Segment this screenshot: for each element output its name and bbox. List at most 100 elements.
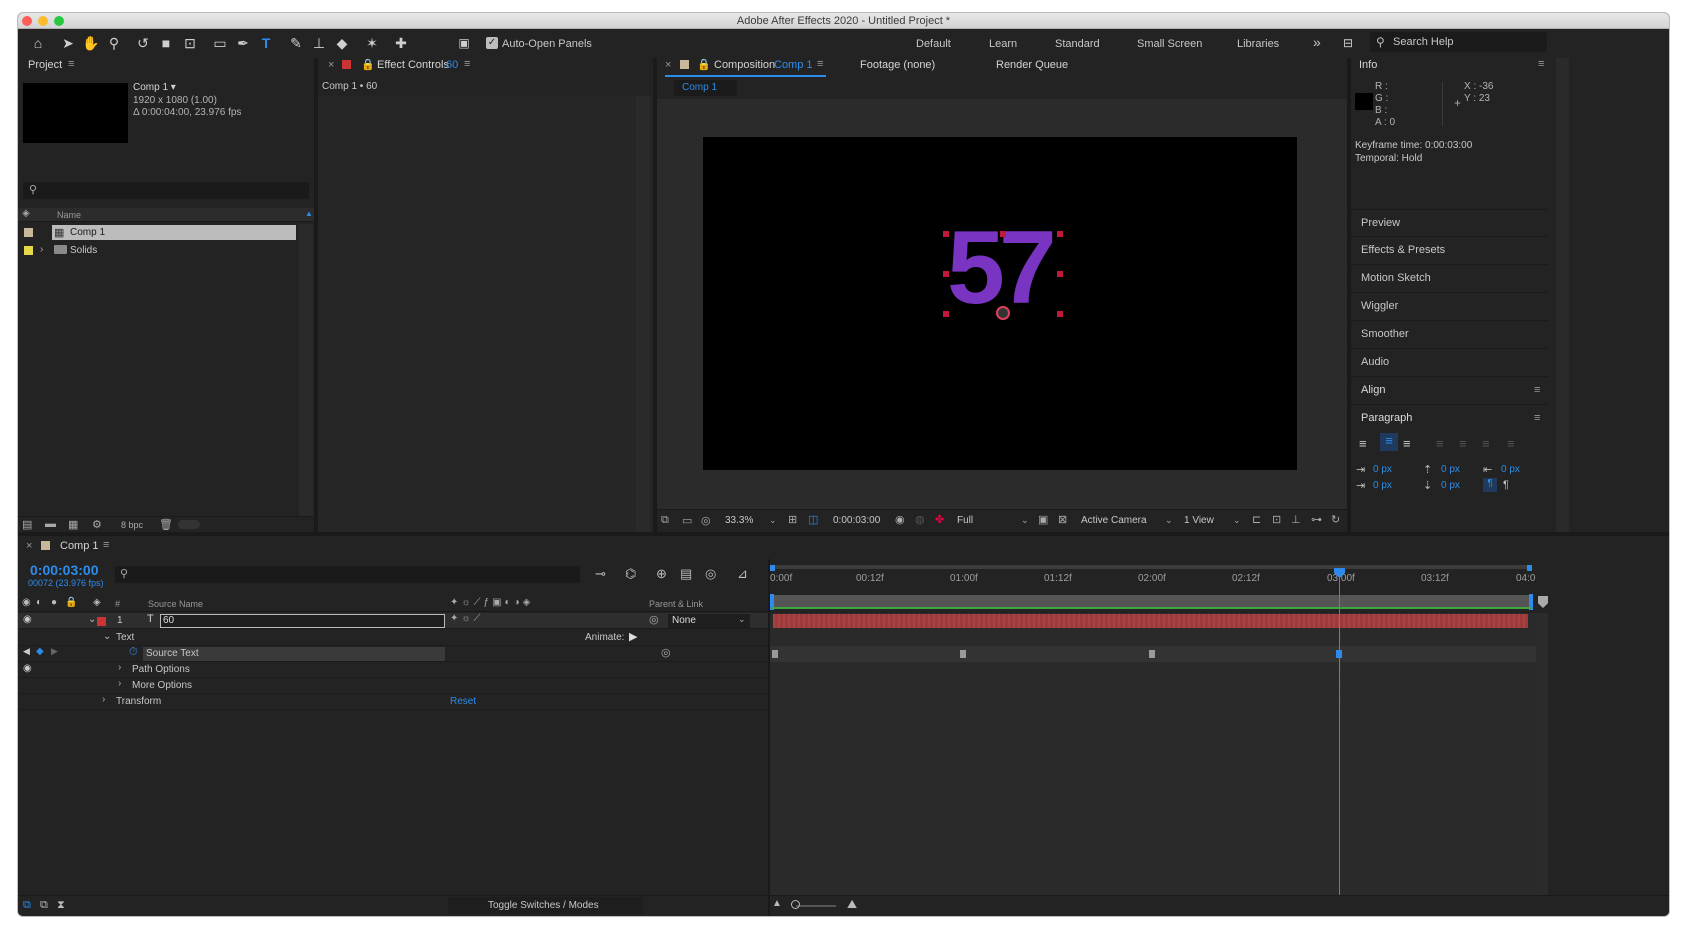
- close-tab-icon[interactable]: ×: [328, 59, 334, 71]
- footage-tab[interactable]: Footage (none): [860, 59, 935, 71]
- more-options-row[interactable]: › More Options: [18, 678, 768, 694]
- label-column-icon[interactable]: ◈: [93, 597, 101, 608]
- comp-canvas[interactable]: 57: [703, 137, 1297, 470]
- parent-dropdown[interactable]: None ⌄: [668, 614, 750, 628]
- paragraph-panel-header[interactable]: Paragraph ≡: [1351, 404, 1548, 431]
- collapse-chevron-icon[interactable]: ⌄: [88, 614, 96, 625]
- pan-behind-tool-icon[interactable]: ⊡: [180, 33, 200, 53]
- lock-icon[interactable]: 🔒: [361, 58, 375, 71]
- current-time-indicator[interactable]: [1339, 573, 1340, 895]
- effect-controls-layer[interactable]: 60: [446, 59, 458, 71]
- project-search-input[interactable]: ⚲: [23, 182, 309, 199]
- workspace-layout-icon[interactable]: ▣: [454, 33, 474, 53]
- zoom-dropdown[interactable]: 33.3%: [725, 515, 753, 526]
- bounding-handle[interactable]: [943, 311, 949, 317]
- indent-left-value[interactable]: 0 px: [1373, 464, 1392, 475]
- camera-dropdown[interactable]: Active Camera: [1081, 515, 1147, 526]
- number-column-header[interactable]: #: [115, 599, 120, 609]
- close-tab-icon[interactable]: ×: [665, 59, 671, 71]
- show-snapshot-icon[interactable]: ◍: [915, 513, 925, 526]
- collapse-chevron-icon[interactable]: ⌄: [103, 631, 111, 642]
- justify-all-icon[interactable]: ≡: [1507, 436, 1515, 451]
- align-right-icon[interactable]: ≡: [1403, 436, 1411, 451]
- new-composition-icon[interactable]: ▦: [68, 518, 78, 531]
- project-settings-icon[interactable]: ⚙: [92, 518, 102, 531]
- audio-panel[interactable]: Audio: [1351, 348, 1548, 375]
- hold-keyframe[interactable]: [772, 650, 778, 658]
- project-row-solids[interactable]: › Solids: [18, 243, 314, 260]
- effect-controls-tab[interactable]: Effect Controls: [377, 59, 449, 71]
- layer-name-field[interactable]: 60: [160, 614, 445, 628]
- preview-panel[interactable]: Preview: [1351, 209, 1548, 236]
- views-dropdown[interactable]: 1 View: [1184, 515, 1214, 526]
- eraser-tool-icon[interactable]: ◆: [332, 33, 352, 53]
- puppet-tool-icon[interactable]: ✚: [391, 33, 411, 53]
- project-item-name[interactable]: Comp 1 ▾: [133, 82, 176, 93]
- timeline-icon[interactable]: ⊥: [1291, 513, 1301, 526]
- space-before-value[interactable]: 0 px: [1441, 464, 1460, 475]
- effects-presets-panel[interactable]: Effects & Presets: [1351, 236, 1548, 263]
- hold-keyframe[interactable]: [960, 650, 966, 658]
- expand-chevron-icon[interactable]: ›: [118, 678, 121, 689]
- wiggler-panel[interactable]: Wiggler: [1351, 292, 1548, 319]
- parent-column-header[interactable]: Parent & Link: [649, 599, 703, 609]
- delete-icon[interactable]: 🗑: [159, 518, 173, 531]
- paragraph-menu-icon[interactable]: ≡: [1534, 405, 1540, 432]
- in-out-pane-icon[interactable]: ⧗: [57, 899, 65, 912]
- new-folder-icon[interactable]: ▬: [45, 518, 56, 530]
- roto-brush-tool-icon[interactable]: ✶: [362, 33, 382, 53]
- toggle-switches-modes-button[interactable]: Toggle Switches / Modes: [448, 897, 643, 914]
- layer-switches-pane-icon[interactable]: ⧉: [23, 899, 31, 912]
- layer-duration-bar[interactable]: [773, 614, 1528, 628]
- layer-switches[interactable]: ✦☼⟋: [450, 613, 484, 624]
- lock-switch-icon[interactable]: 🔒: [65, 597, 77, 608]
- comp-marker-bin-icon[interactable]: [1538, 596, 1548, 608]
- timeline-tab[interactable]: Comp 1: [60, 540, 99, 552]
- stopwatch-icon[interactable]: ⏱: [129, 646, 138, 659]
- project-tab[interactable]: Project: [28, 59, 62, 71]
- resolution-dropdown[interactable]: Full: [957, 515, 973, 526]
- composition-tab-name[interactable]: Comp 1: [774, 59, 813, 71]
- transform-reset-link[interactable]: Reset: [450, 696, 476, 707]
- interpret-footage-icon[interactable]: ▤: [22, 518, 32, 531]
- shy-layers-icon[interactable]: ⊕: [656, 566, 667, 582]
- video-switch-icon[interactable]: ◉: [22, 597, 31, 608]
- zoom-tool-icon[interactable]: ⚲: [104, 33, 124, 53]
- workspace-small-screen[interactable]: Small Screen: [1137, 38, 1202, 50]
- transfer-controls-pane-icon[interactable]: ⧉: [40, 899, 48, 912]
- workspace-libraries[interactable]: Libraries: [1237, 38, 1279, 50]
- animate-add-icon[interactable]: ▶: [629, 630, 637, 643]
- time-ruler[interactable]: 0:00f 00:12f 01:00f 01:12f 02:00f 02:12f…: [770, 559, 1536, 613]
- right-panels-scrollbar[interactable]: [1556, 58, 1569, 532]
- brush-tool-icon[interactable]: ✎: [286, 33, 306, 53]
- motion-blur-icon[interactable]: ◎: [705, 566, 716, 582]
- zoom-out-icon[interactable]: ▲: [772, 898, 782, 909]
- effect-controls-menu-icon[interactable]: ≡: [464, 58, 470, 70]
- color-channel-icon[interactable]: ✤: [935, 513, 944, 526]
- expression-pickwhip-icon[interactable]: ◎: [661, 646, 671, 659]
- rtl-direction-icon[interactable]: ¶: [1503, 479, 1509, 491]
- rotate-tool-icon[interactable]: ↺: [133, 33, 153, 53]
- next-keyframe-icon[interactable]: ▶: [51, 646, 58, 657]
- workspace-learn[interactable]: Learn: [989, 38, 1017, 50]
- effect-controls-scrollbar[interactable]: [636, 96, 650, 532]
- pixel-aspect-icon[interactable]: ⊏: [1252, 513, 1261, 526]
- expand-chevron-icon[interactable]: ›: [102, 694, 105, 705]
- align-menu-icon[interactable]: ≡: [1534, 377, 1540, 404]
- first-line-indent-value[interactable]: 0 px: [1373, 480, 1392, 491]
- close-tab-icon[interactable]: ×: [26, 540, 32, 552]
- name-column-header[interactable]: Name: [57, 210, 81, 220]
- label-column-icon[interactable]: ◈: [22, 208, 30, 219]
- source-name-column-header[interactable]: Source Name: [148, 599, 203, 609]
- work-area-end[interactable]: [1527, 565, 1532, 571]
- composition-menu-icon[interactable]: ≡: [817, 58, 823, 70]
- timeline-scrollbar[interactable]: [1536, 613, 1548, 895]
- hand-tool-icon[interactable]: ✋: [81, 33, 101, 53]
- zoom-in-icon[interactable]: ⛰: [847, 897, 857, 912]
- search-help-field[interactable]: ⚲ Search Help: [1370, 32, 1547, 52]
- text-layer-bounds[interactable]: 57: [943, 213, 1063, 341]
- eye-icon[interactable]: ◉: [23, 663, 32, 674]
- thumbnail-slider[interactable]: [178, 520, 200, 529]
- add-keyframe-icon[interactable]: ◆: [36, 646, 44, 657]
- solo-switch-icon[interactable]: ●: [51, 597, 57, 608]
